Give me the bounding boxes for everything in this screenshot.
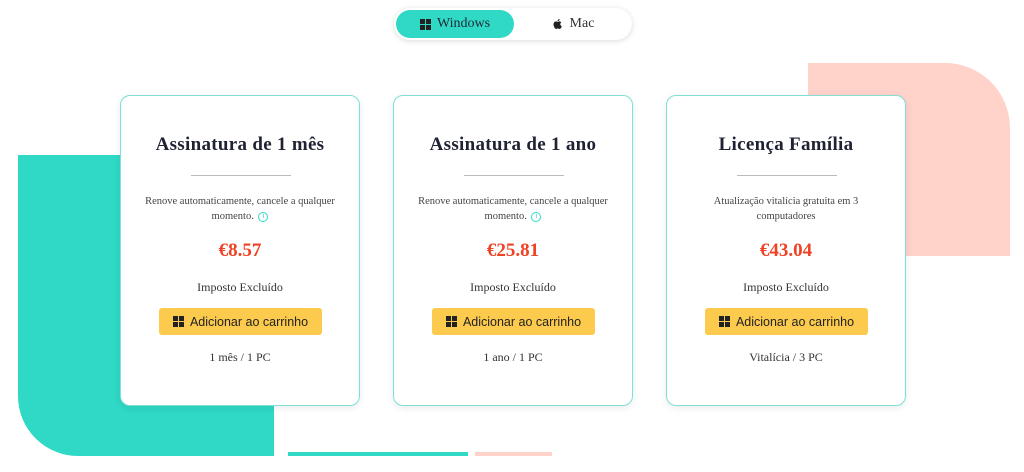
plan-description: Renove automaticamente, cancele a qualqu… [139, 194, 341, 224]
add-to-cart-label: Adicionar ao carrinho [735, 314, 855, 329]
plan-card-family: Licença Família Atualização vitalícia gr… [666, 95, 906, 406]
add-to-cart-label: Adicionar ao carrinho [189, 314, 309, 329]
plan-footer: 1 ano / 1 PC [483, 350, 543, 364]
plan-card-yearly: Assinatura de 1 ano Renove automaticamen… [393, 95, 633, 406]
divider [737, 175, 837, 176]
windows-icon [172, 316, 184, 327]
info-icon[interactable]: i [531, 211, 542, 222]
plan-title: Assinatura de 1 ano [429, 134, 597, 155]
tax-note: Imposto Excluído [743, 280, 829, 294]
plan-price: €25.81 [486, 240, 540, 261]
tab-windows[interactable]: Windows [396, 10, 514, 38]
plan-price: €43.04 [759, 240, 813, 261]
windows-icon [445, 316, 457, 327]
plan-description-text: Renove automaticamente, cancele a qualqu… [145, 196, 335, 222]
apple-icon [553, 19, 562, 29]
plan-card-monthly: Assinatura de 1 mês Renove automaticamen… [120, 95, 360, 406]
pricing-page: Windows Mac Assinatura de 1 mês Renove a… [0, 0, 1024, 472]
add-to-cart-button[interactable]: Adicionar ao carrinho [159, 308, 322, 335]
tab-mac[interactable]: Mac [514, 10, 632, 38]
add-to-cart-label: Adicionar ao carrinho [462, 314, 582, 329]
divider [191, 175, 291, 176]
os-toggle: Windows Mac [394, 8, 632, 40]
windows-icon [419, 18, 431, 30]
tax-note: Imposto Excluído [470, 280, 556, 294]
carousel-indicator-inactive[interactable] [475, 452, 552, 456]
tax-note: Imposto Excluído [197, 280, 283, 294]
plan-description-text: Renove automaticamente, cancele a qualqu… [418, 196, 608, 222]
plan-description-text: Atualização vitalícia gratuita em 3 comp… [713, 196, 859, 222]
plan-description: Atualização vitalícia gratuita em 3 comp… [685, 194, 887, 224]
tab-mac-label: Mac [569, 16, 595, 31]
info-icon[interactable]: i [258, 211, 269, 222]
plan-price: €8.57 [218, 240, 262, 261]
plan-footer: Vitalícia / 3 PC [749, 350, 823, 364]
tab-windows-label: Windows [436, 16, 491, 31]
plan-description: Renove automaticamente, cancele a qualqu… [412, 194, 614, 224]
divider [464, 175, 564, 176]
carousel-indicator-active[interactable] [288, 452, 468, 456]
add-to-cart-button[interactable]: Adicionar ao carrinho [705, 308, 868, 335]
add-to-cart-button[interactable]: Adicionar ao carrinho [432, 308, 595, 335]
windows-icon [718, 316, 730, 327]
plan-title: Assinatura de 1 mês [155, 134, 325, 155]
plan-title: Licença Família [718, 134, 854, 155]
plan-footer: 1 mês / 1 PC [209, 350, 271, 364]
